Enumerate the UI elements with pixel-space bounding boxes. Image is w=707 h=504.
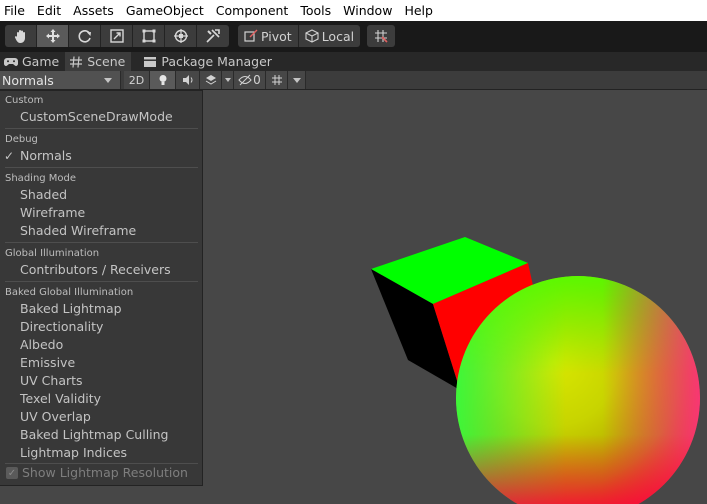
menu-item-baked-lightmap[interactable]: Baked Lightmap	[20, 301, 122, 316]
pivot-toggle[interactable]: Pivot	[238, 25, 299, 47]
tab-game-label: Game	[22, 54, 60, 69]
scene-toolbar: Normals 2D 0	[0, 71, 707, 90]
menu-gameobject[interactable]: GameObject	[122, 0, 212, 21]
menu-item-directionality[interactable]: Directionality	[20, 319, 103, 334]
menu-item-albedo[interactable]: Albedo	[20, 337, 63, 352]
section-header-baked-gi: Baked Global Illumination	[5, 287, 134, 298]
section-header-debug: Debug	[5, 134, 38, 145]
menu-item-custom-scene-draw-mode[interactable]: CustomSceneDrawMode	[20, 109, 173, 124]
effects-toggle[interactable]	[200, 71, 222, 89]
rect-icon	[142, 29, 155, 43]
layers-icon	[205, 75, 216, 85]
speaker-icon	[182, 75, 192, 85]
checkbox-icon[interactable]: ✓	[6, 467, 18, 479]
chevron-down-icon	[224, 78, 231, 82]
transform-tools	[5, 25, 229, 47]
chevron-down-icon	[292, 77, 301, 83]
mode-2d-label: 2D	[128, 73, 145, 87]
transform-tool-button[interactable]	[165, 25, 197, 47]
window-tabs: Game Scene Package Manager	[0, 52, 707, 71]
custom-tool-icon	[206, 29, 220, 43]
tab-scene-label: Scene	[87, 54, 126, 69]
checkmark-icon: ✓	[4, 149, 15, 163]
menu-edit[interactable]: Edit	[33, 0, 69, 21]
transform-icon	[173, 29, 188, 43]
local-toggle[interactable]: Local	[299, 25, 360, 47]
tab-package-manager[interactable]: Package Manager	[139, 52, 278, 71]
lightbulb-icon	[159, 75, 166, 85]
eye-hidden-icon	[238, 74, 252, 86]
menu-item-lightmap-indices[interactable]: Lightmap Indices	[20, 445, 127, 460]
hidden-objects-toggle[interactable]: 0	[234, 71, 266, 89]
menu-item-wireframe[interactable]: Wireframe	[20, 205, 85, 220]
tab-scene[interactable]: Scene	[65, 52, 132, 71]
gizmos-dropdown[interactable]	[288, 71, 306, 89]
menu-bar: File Edit Assets GameObject Component To…	[0, 0, 707, 21]
local-label: Local	[321, 28, 355, 44]
separator	[5, 242, 198, 243]
hand-tool-button[interactable]	[5, 25, 37, 47]
menu-item-uv-overlap[interactable]: UV Overlap	[20, 409, 91, 424]
section-header-shading-mode: Shading Mode	[5, 173, 77, 184]
separator	[5, 167, 198, 168]
gizmos-toggle[interactable]	[266, 71, 288, 89]
move-tool-button[interactable]	[37, 25, 69, 47]
rect-tool-button[interactable]	[133, 25, 165, 47]
menu-item-contributors-receivers[interactable]: Contributors / Receivers	[20, 262, 171, 277]
rotate-icon	[78, 30, 91, 43]
menu-item-texel-validity[interactable]: Texel Validity	[20, 391, 101, 406]
pivot-icon	[244, 29, 258, 42]
section-header-global-illumination: Global Illumination	[5, 248, 100, 259]
menu-window[interactable]: Window	[339, 0, 400, 21]
menu-file[interactable]: File	[0, 0, 33, 21]
mode-2d-toggle[interactable]: 2D	[124, 71, 150, 89]
pivot-label: Pivot	[261, 28, 292, 44]
menu-help[interactable]: Help	[400, 0, 441, 21]
chevron-down-icon	[104, 78, 112, 83]
scale-icon	[109, 29, 124, 43]
tab-game[interactable]: Game	[0, 52, 65, 71]
menu-component[interactable]: Component	[212, 0, 297, 21]
menu-item-shaded[interactable]: Shaded	[20, 187, 67, 202]
show-lightmap-resolution-toggle[interactable]: ✓ Show Lightmap Resolution	[0, 463, 202, 486]
move-icon	[45, 29, 60, 43]
snap-tools	[367, 25, 395, 47]
menu-item-normals[interactable]: Normals	[20, 148, 72, 163]
menu-item-baked-lightmap-culling[interactable]: Baked Lightmap Culling	[20, 427, 169, 442]
audio-toggle[interactable]	[176, 71, 200, 89]
draw-mode-value: Normals	[2, 72, 54, 88]
menu-item-shaded-wireframe[interactable]: Shaded Wireframe	[20, 223, 136, 238]
pivot-tools: Pivot Local	[238, 25, 361, 47]
gamepad-icon	[4, 57, 18, 66]
menu-item-uv-charts[interactable]: UV Charts	[20, 373, 83, 388]
grid-snap-button[interactable]	[367, 25, 395, 47]
draw-mode-dropdown[interactable]: Normals	[0, 71, 121, 89]
rotate-tool-button[interactable]	[69, 25, 101, 47]
separator	[5, 281, 198, 282]
hash-icon	[70, 55, 83, 68]
section-header-custom: Custom	[5, 95, 44, 106]
menu-assets[interactable]: Assets	[69, 0, 122, 21]
hand-icon	[14, 30, 25, 43]
menu-tools[interactable]: Tools	[296, 0, 339, 21]
draw-mode-menu: Custom CustomSceneDrawMode Debug ✓ Norma…	[0, 90, 203, 486]
local-icon	[305, 29, 319, 43]
grid-snap-icon	[375, 30, 388, 43]
menu-item-emissive[interactable]: Emissive	[20, 355, 75, 370]
main-toolbar: Pivot Local	[0, 21, 707, 52]
package-icon	[144, 56, 157, 67]
lighting-toggle[interactable]	[150, 71, 176, 89]
hidden-count: 0	[253, 73, 261, 87]
show-lightmap-resolution-label: Show Lightmap Resolution	[22, 465, 188, 480]
tab-package-manager-label: Package Manager	[161, 54, 272, 69]
scale-tool-button[interactable]	[101, 25, 133, 47]
custom-tool-button[interactable]	[197, 25, 229, 47]
grid-gizmo-icon	[271, 75, 282, 85]
effects-dropdown[interactable]	[222, 71, 234, 89]
separator	[5, 128, 198, 129]
